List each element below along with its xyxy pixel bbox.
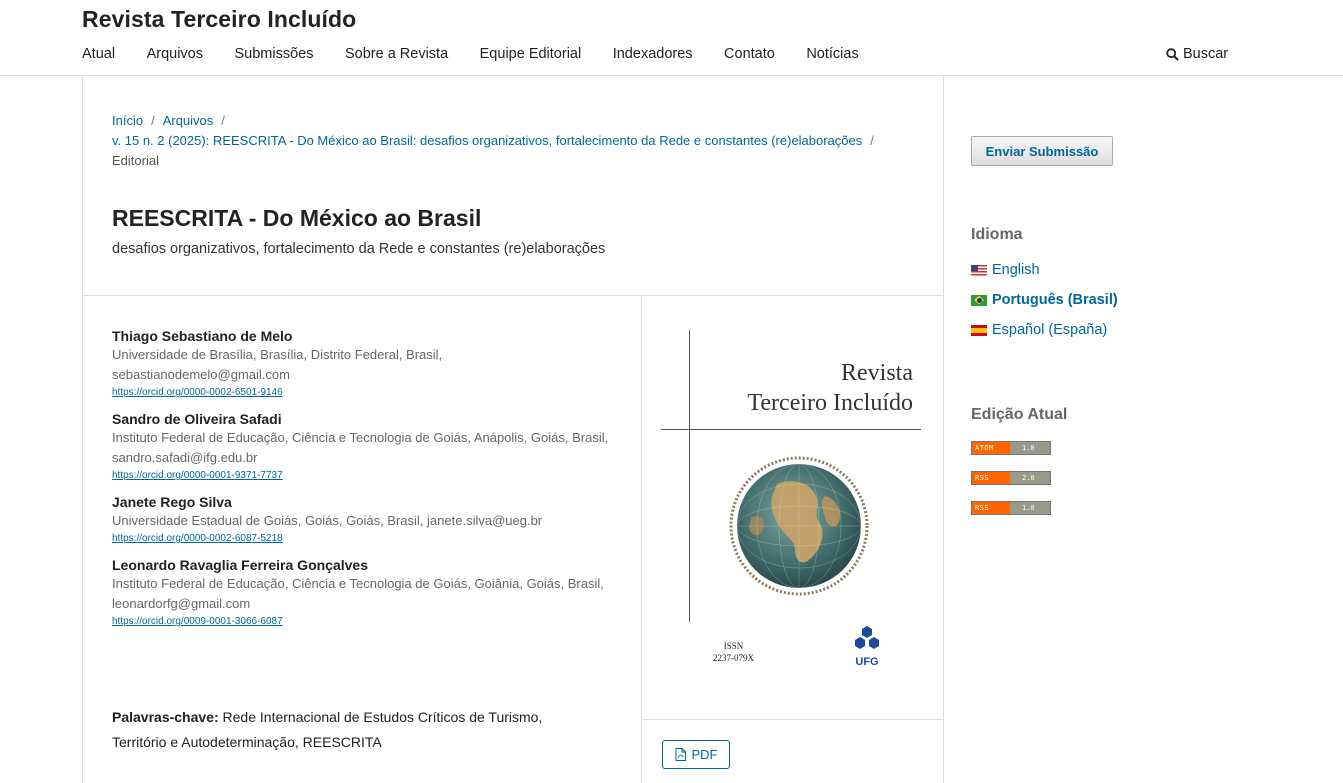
feed-type: RSS	[972, 502, 1010, 514]
feed-type: ATOM	[972, 442, 1010, 454]
current-issue-heading: Edição Atual	[971, 406, 1068, 423]
nav-item-atual[interactable]: Atual	[82, 46, 115, 62]
author-name: Janete Rego Silva	[112, 494, 232, 510]
author-name: Thiago Sebastiano de Melo	[112, 328, 293, 344]
divider	[641, 296, 642, 783]
author-entry: Sandro de Oliveira Safadi Instituto Fede…	[112, 410, 612, 484]
author-orcid-link[interactable]: https://orcid.org/0000-0002-6501-9146	[112, 385, 612, 401]
search-link[interactable]: Buscar	[1166, 46, 1228, 62]
cover-issn-label: ISSN	[723, 641, 744, 651]
feed-version: 1.0	[1010, 442, 1050, 454]
nav-item-contato[interactable]: Contato	[724, 46, 775, 62]
cover-issn-value: 2237-079X	[713, 653, 754, 663]
feed-version: 1.0	[1010, 502, 1050, 514]
feed-type: RSS	[972, 472, 1010, 484]
breadcrumb-current: Editorial	[112, 153, 159, 168]
cover-rule	[661, 429, 921, 430]
language-label: English	[992, 262, 1040, 278]
language-heading: Idioma	[971, 226, 1023, 243]
cover-title-line2: Terceiro Incluído	[747, 390, 913, 416]
author-affiliation: Universidade Estadual de Goiás, Goiás, G…	[112, 513, 543, 528]
language-label: Español (España)	[992, 322, 1108, 338]
language-portuguese[interactable]: Português (Brasil)	[971, 292, 1118, 308]
site-title[interactable]: Revista Terceiro Incluído	[82, 6, 356, 33]
nav-item-sobre[interactable]: Sobre a Revista	[345, 46, 448, 62]
author-affiliation: Instituto Federal de Educação, Ciência e…	[112, 576, 604, 611]
author-entry: Thiago Sebastiano de Melo Universidade d…	[112, 327, 612, 401]
main-content: Início / Arquivos / v. 15 n. 2 (2025): REES…	[82, 75, 944, 783]
issue-cover-image[interactable]: Revista Terceiro Incluído ISSN 2237-079X…	[661, 330, 923, 675]
nav-item-arquivos[interactable]: Arquivos	[147, 46, 203, 62]
us-flag-icon	[971, 264, 987, 276]
breadcrumb-home[interactable]: Início	[112, 113, 143, 128]
breadcrumb-separator: /	[151, 113, 155, 128]
language-label: Português (Brasil)	[992, 292, 1118, 308]
nav-item-indexadores[interactable]: Indexadores	[613, 46, 693, 62]
ufg-label: UFG	[855, 656, 879, 668]
spain-flag-icon	[971, 324, 987, 336]
ufg-logo: UFG	[849, 625, 885, 668]
cover-issn: ISSN 2237-079X	[713, 640, 754, 664]
submit-manuscript-button[interactable]: Enviar Submissão	[971, 136, 1113, 166]
breadcrumb-separator: /	[221, 113, 225, 128]
rss1-feed-link[interactable]: RSS 1.0	[971, 501, 1051, 515]
nav-item-noticias[interactable]: Notícias	[806, 46, 858, 62]
language-english[interactable]: English	[971, 262, 1040, 278]
breadcrumb-issue[interactable]: v. 15 n. 2 (2025): REESCRITA - Do México…	[112, 133, 862, 148]
search-label: Buscar	[1183, 46, 1229, 62]
nav-item-submissoes[interactable]: Submissões	[234, 46, 313, 62]
article-subtitle: desafios organizativos, fortalecimento d…	[112, 241, 606, 257]
author-orcid-link[interactable]: https://orcid.org/0000-0001-9371-7737	[112, 468, 612, 484]
globe-icon	[729, 456, 869, 596]
primary-nav: Atual Arquivos Submissões Sobre a Revist…	[82, 46, 890, 62]
article-title: REESCRITA - Do México ao Brasil	[112, 205, 482, 231]
language-spanish[interactable]: Español (España)	[971, 322, 1107, 338]
divider	[83, 295, 943, 296]
site-header: Revista Terceiro Incluído Atual Arquivos…	[0, 0, 1343, 76]
author-name: Leonardo Ravaglia Ferreira Gonçalves	[112, 557, 368, 573]
ufg-hexagon-icon	[855, 626, 879, 649]
author-affiliation: Instituto Federal de Educação, Ciência e…	[112, 430, 609, 465]
keywords-label: Palavras-chave:	[112, 709, 219, 725]
author-orcid-link[interactable]: https://orcid.org/0009-0001-3066-6087	[112, 614, 612, 630]
breadcrumb-archives[interactable]: Arquivos	[163, 113, 214, 128]
cover-title: Revista Terceiro Incluído	[701, 358, 913, 418]
divider	[642, 719, 943, 720]
author-entry: Janete Rego Silva Universidade Estadual …	[112, 493, 612, 547]
cover-title-line1: Revista	[841, 360, 913, 386]
cover-rule	[689, 330, 690, 622]
author-entry: Leonardo Ravaglia Ferreira Gonçalves Ins…	[112, 556, 612, 630]
search-icon	[1166, 47, 1179, 61]
keywords: Palavras-chave: Rede Internacional de Es…	[112, 705, 592, 755]
feed-version: 2.0	[1010, 472, 1050, 484]
pdf-label: PDF	[691, 747, 718, 762]
rss2-feed-link[interactable]: RSS 2.0	[971, 471, 1051, 485]
brazil-flag-icon	[971, 294, 987, 306]
file-pdf-icon	[675, 748, 686, 761]
author-list: Thiago Sebastiano de Melo Universidade d…	[112, 327, 612, 639]
author-orcid-link[interactable]: https://orcid.org/0000-0002-6087-5218	[112, 531, 612, 547]
breadcrumb-separator: /	[870, 133, 874, 148]
author-affiliation: Universidade de Brasília, Brasília, Dist…	[112, 347, 443, 382]
author-name: Sandro de Oliveira Safadi	[112, 411, 282, 427]
pdf-download-button[interactable]: PDF	[662, 740, 730, 769]
atom-feed-link[interactable]: ATOM 1.0	[971, 441, 1051, 455]
nav-item-equipe[interactable]: Equipe Editorial	[480, 46, 582, 62]
breadcrumb: Início / Arquivos / v. 15 n. 2 (2025): REES…	[112, 111, 912, 171]
